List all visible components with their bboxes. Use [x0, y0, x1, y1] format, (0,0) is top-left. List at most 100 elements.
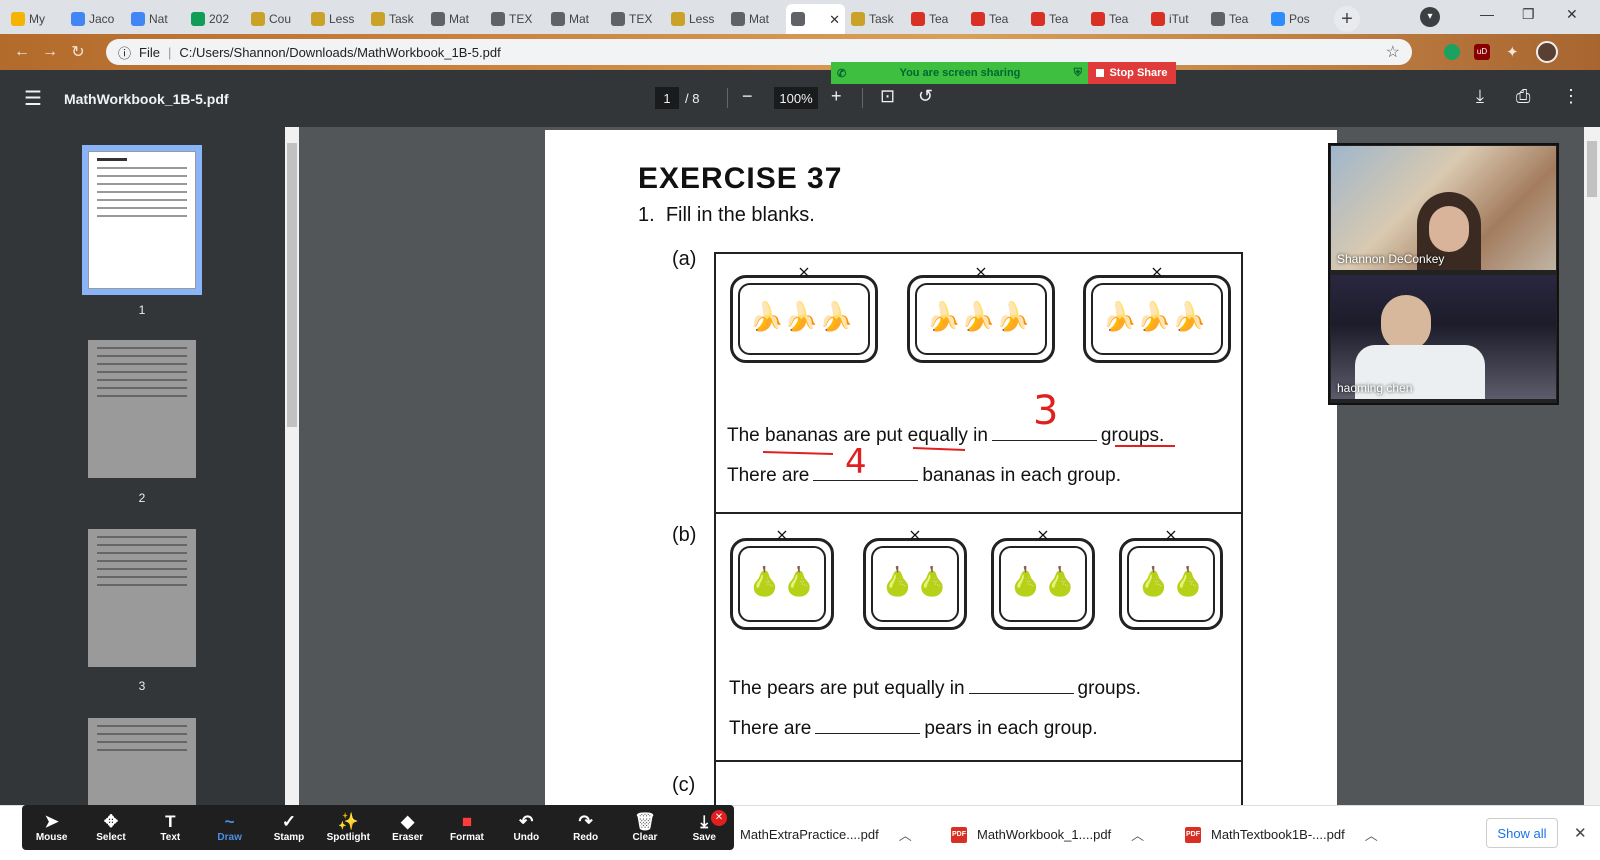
- close-annotation-icon[interactable]: ✕: [711, 810, 727, 826]
- new-tab-button[interactable]: +: [1334, 6, 1360, 32]
- tab-label: Less: [329, 12, 355, 26]
- tab-favicon-icon: [251, 12, 265, 26]
- answer-blank[interactable]: [968, 680, 1074, 694]
- profile-menu-icon[interactable]: ▾: [1420, 7, 1440, 27]
- info-icon[interactable]: ⓘ: [118, 43, 131, 62]
- page-thumbnail-1[interactable]: [88, 151, 196, 289]
- toolbar-divider: [727, 88, 728, 108]
- close-window-icon[interactable]: ✕: [1566, 6, 1578, 23]
- browser-tab[interactable]: Cou: [246, 4, 305, 34]
- tab-favicon-icon: [311, 12, 325, 26]
- bookmark-star-icon[interactable]: ☆: [1386, 42, 1400, 62]
- browser-tab[interactable]: Tea: [906, 4, 965, 34]
- browser-tab[interactable]: My: [6, 4, 65, 34]
- annotate-text-button[interactable]: T Text: [141, 812, 200, 843]
- spotlight-icon: ✨: [337, 812, 359, 831]
- extension-icon[interactable]: [1444, 44, 1460, 60]
- browser-tab[interactable]: Task: [366, 4, 425, 34]
- scrollbar-thumb[interactable]: [1587, 141, 1597, 197]
- browser-tab[interactable]: TEX: [486, 4, 545, 34]
- close-tab-icon[interactable]: ✕: [829, 12, 840, 28]
- browser-tab[interactable]: Less: [306, 4, 365, 34]
- show-all-button[interactable]: Show all: [1486, 818, 1558, 848]
- annotate-tool-label: Undo: [513, 832, 540, 843]
- pear-basket: ⨯ 🍐🍐: [1119, 528, 1223, 630]
- tab-favicon-icon: [851, 12, 865, 26]
- pear-icon: 🍐🍐: [1008, 566, 1078, 597]
- browser-tab[interactable]: Task: [846, 4, 905, 34]
- annotate-clear-button[interactable]: 🗑 Clear: [615, 812, 674, 843]
- annotate-mouse-button[interactable]: ➤ Mouse: [22, 812, 81, 843]
- url-bar[interactable]: ⓘ File | C:/Users/Shannon/Downloads/Math…: [106, 39, 1412, 65]
- browser-tab[interactable]: Tea: [966, 4, 1025, 34]
- tab-label: Pos: [1289, 12, 1310, 26]
- browser-tab[interactable]: ✕: [786, 4, 845, 34]
- annotate-stamp-button[interactable]: ✓ Stamp: [259, 812, 318, 843]
- browser-tab[interactable]: Jaco: [66, 4, 125, 34]
- chevron-up-icon[interactable]: ︿: [1131, 825, 1144, 844]
- zoom-in-icon[interactable]: +: [831, 86, 842, 107]
- pear-basket: ⨯ 🍐🍐: [991, 528, 1095, 630]
- browser-tab[interactable]: Mat: [426, 4, 485, 34]
- page-number-input[interactable]: 1: [655, 87, 679, 109]
- fit-page-icon[interactable]: ⊡: [880, 86, 895, 107]
- browser-tab[interactable]: TEX: [606, 4, 665, 34]
- browser-tab[interactable]: Pos: [1266, 4, 1325, 34]
- back-icon[interactable]: ←: [8, 43, 36, 61]
- chevron-up-icon[interactable]: ︿: [899, 825, 912, 844]
- page-scrollbar[interactable]: [1584, 127, 1600, 805]
- shield-icon: ⛨: [1073, 66, 1082, 79]
- minimize-icon[interactable]: —: [1480, 6, 1494, 22]
- zoom-level-input[interactable]: 100%: [774, 87, 818, 109]
- download-item[interactable]: MathExtraPractice....pdf ︿: [740, 825, 912, 844]
- browser-tab[interactable]: Tea: [1086, 4, 1145, 34]
- menu-icon[interactable]: ☰: [24, 86, 42, 111]
- reload-icon[interactable]: ↻: [64, 42, 92, 62]
- browser-tab[interactable]: Tea: [1206, 4, 1265, 34]
- pear-icon: 🍐🍐: [1136, 566, 1206, 597]
- annotate-format-button[interactable]: ■ Format: [437, 812, 496, 843]
- annotate-undo-button[interactable]: ↶ Undo: [497, 812, 556, 843]
- forward-icon[interactable]: →: [36, 43, 64, 61]
- scrollbar-thumb[interactable]: [287, 143, 297, 427]
- browser-tab[interactable]: Tea: [1026, 4, 1085, 34]
- pdf-file-icon: PDF: [951, 826, 967, 843]
- tab-label: My: [29, 12, 45, 26]
- video-tile[interactable]: Shannon DeConkey: [1331, 146, 1556, 270]
- restore-icon[interactable]: ❐: [1522, 6, 1535, 23]
- annotate-draw-button[interactable]: ~ Draw: [200, 812, 259, 843]
- page-thumbnail-2[interactable]: [88, 340, 196, 478]
- browser-tab[interactable]: 202: [186, 4, 245, 34]
- annotate-spotlight-button[interactable]: ✨ Spotlight: [319, 812, 378, 843]
- annotate-select-button[interactable]: ✥ Select: [81, 812, 140, 843]
- chevron-up-icon[interactable]: ︿: [1365, 825, 1378, 844]
- video-tile[interactable]: haoming chen: [1331, 275, 1556, 399]
- avatar[interactable]: [1536, 41, 1558, 63]
- annotate-redo-button[interactable]: ↷ Redo: [556, 812, 615, 843]
- rotate-icon[interactable]: ↺: [918, 86, 933, 107]
- download-item[interactable]: PDF MathWorkbook_1....pdf ︿: [951, 825, 1144, 844]
- annotate-tool-label: Eraser: [392, 832, 424, 843]
- page-thumbnail-3[interactable]: [88, 529, 196, 667]
- ublock-extension-icon[interactable]: uD: [1474, 44, 1490, 60]
- browser-tab[interactable]: Mat: [726, 4, 785, 34]
- close-shelf-icon[interactable]: ✕: [1574, 824, 1587, 842]
- print-icon[interactable]: ⎙: [1516, 86, 1530, 107]
- answer-blank[interactable]: [815, 720, 921, 734]
- browser-tab[interactable]: Nat: [126, 4, 185, 34]
- download-icon[interactable]: ⤓: [1476, 86, 1484, 107]
- browser-tab[interactable]: Less: [666, 4, 725, 34]
- page-thumbnail-4[interactable]: [88, 718, 196, 805]
- more-options-icon[interactable]: ⋮: [1562, 86, 1580, 107]
- stop-share-button[interactable]: Stop Share: [1088, 62, 1176, 84]
- sentence-end: groups.: [1077, 678, 1141, 699]
- sidebar-scrollbar[interactable]: [285, 127, 299, 805]
- browser-tab[interactable]: iTut: [1146, 4, 1205, 34]
- extensions-puzzle-icon[interactable]: ✦: [1506, 43, 1519, 61]
- tab-label: Tea: [1049, 12, 1069, 26]
- zoom-out-icon[interactable]: −: [742, 86, 753, 107]
- annotate-eraser-button[interactable]: ◆ Eraser: [378, 812, 437, 843]
- tab-label: Task: [869, 12, 894, 26]
- download-item[interactable]: PDF MathTextbook1B-....pdf ︿: [1185, 825, 1378, 844]
- browser-tab[interactable]: Mat: [546, 4, 605, 34]
